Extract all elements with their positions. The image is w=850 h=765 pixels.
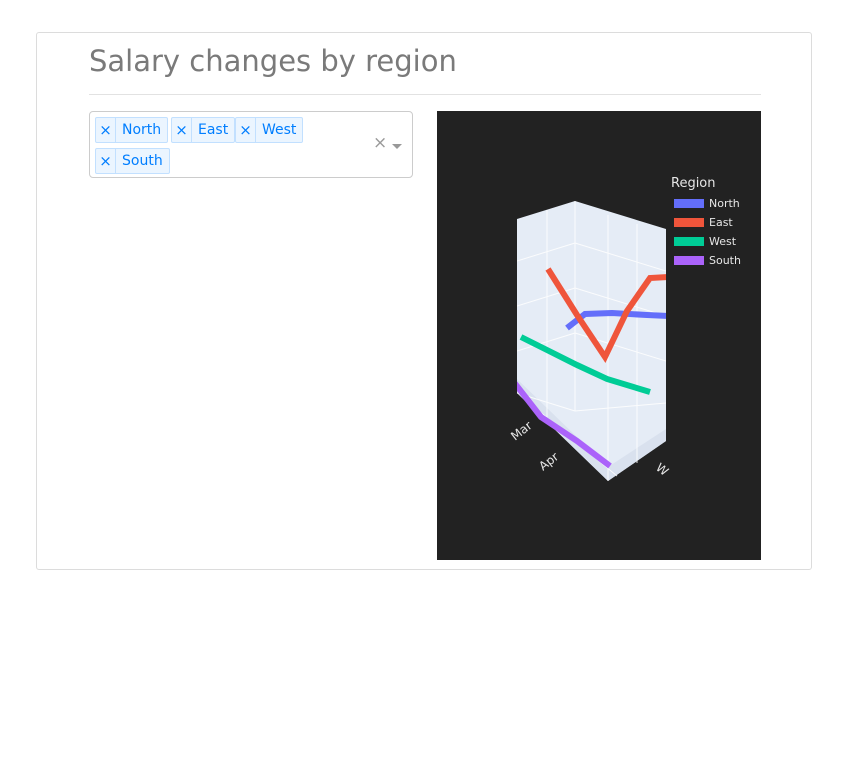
legend-swatch [674,236,704,246]
remove-east-icon[interactable]: × [172,118,192,142]
legend-item-north[interactable]: North [674,195,740,211]
legend-swatch [674,255,704,265]
clear-all-icon[interactable]: × [373,133,387,153]
x-tick-label: Mar [508,418,535,443]
x-tick-label: W [653,460,671,478]
x-tick-label: Apr [536,450,561,474]
selected-tag-north: × North [95,117,169,143]
dropdown-arrow-icon[interactable] [392,144,402,149]
remove-west-icon[interactable]: × [236,118,256,142]
tag-label: North [122,122,162,138]
legend-label: East [709,215,733,229]
remove-south-icon[interactable]: × [96,149,116,173]
region-multiselect[interactable]: × North × East × West × South × [89,111,413,178]
legend-swatch [674,217,704,227]
remove-north-icon[interactable]: × [96,118,116,142]
selected-tag-south: × South [95,148,170,174]
legend-label: South [709,253,741,267]
legend-label: West [709,234,737,248]
selected-tag-east: × East [171,117,236,143]
salary-3d-chart[interactable]: Mar Apr W Region North East West South [437,111,761,560]
legend-swatch [674,198,704,208]
selected-tag-west: × West [235,117,304,143]
title-divider [89,94,761,95]
tag-label: East [198,122,229,138]
tag-label: South [122,153,163,169]
legend-item-east[interactable]: East [674,214,733,230]
legend-item-west[interactable]: West [674,233,736,249]
legend-title: Region [671,176,716,191]
page-title: Salary changes by region [89,44,457,78]
legend-item-south[interactable]: South [674,252,741,268]
legend-label: North [709,196,740,210]
tag-label: West [262,122,297,138]
